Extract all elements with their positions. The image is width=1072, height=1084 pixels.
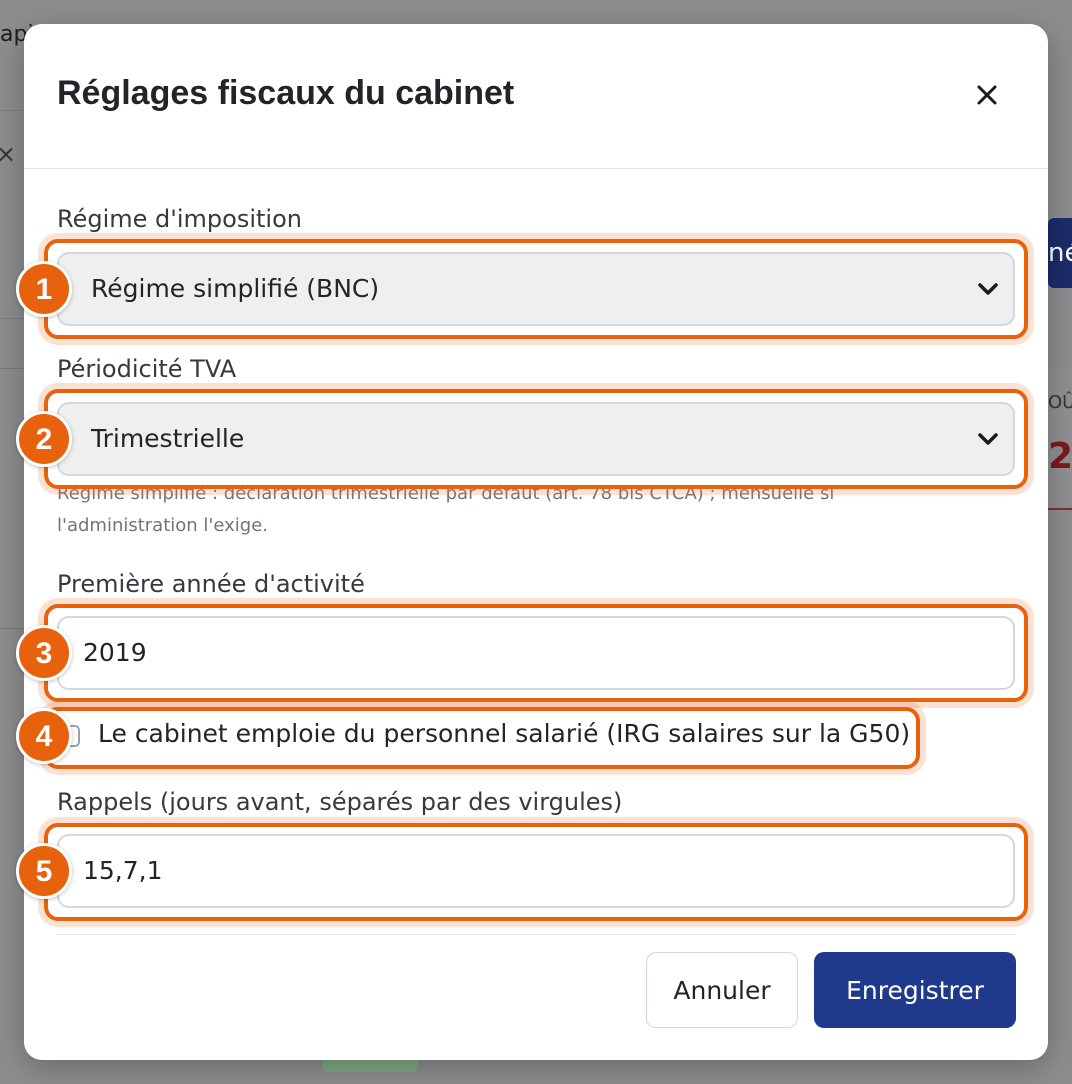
reminders-label: Rappels (jours avant, séparés par des vi… [57, 788, 623, 816]
annotation-badge: 1 [16, 261, 72, 317]
tva-select[interactable]: Trimestrielle [57, 402, 1015, 476]
modal-header: Réglages fiscaux du cabinet [24, 24, 1048, 169]
background-card-value: 2( [1048, 436, 1072, 477]
regime-select[interactable]: Régime simplifié (BNC) [57, 252, 1015, 326]
tva-help-line: Régime simplifié : déclaration trimestri… [57, 483, 835, 504]
fiscal-settings-modal: Réglages fiscaux du cabinet Régime d'imp… [24, 24, 1048, 1060]
first-year-label: Première année d'activité [57, 570, 365, 598]
annotation-badge: 3 [16, 625, 72, 681]
close-icon [977, 85, 997, 105]
regime-select-value: Régime simplifié (BNC) [91, 274, 380, 303]
regime-label: Régime d'imposition [57, 205, 302, 233]
reminders-value: 15,7,1 [83, 856, 163, 885]
annotation-badge: 2 [16, 411, 72, 467]
background-close-icon: × [0, 140, 17, 168]
tva-select-value: Trimestrielle [91, 424, 245, 453]
chevron-down-icon [978, 283, 998, 295]
reminders-input[interactable]: 15,7,1 [57, 834, 1015, 908]
annotation-badge: 5 [16, 843, 72, 899]
employees-checkbox-label[interactable]: Le cabinet emploie du personnel salarié … [98, 719, 910, 748]
annotation-badge: 4 [16, 708, 72, 764]
background-divider [0, 628, 24, 629]
save-button[interactable]: Enregistrer [814, 952, 1016, 1028]
background-card-label: OÛT [1048, 392, 1072, 413]
tva-help-line: l'administration l'exige. [57, 515, 268, 536]
modal-title: Réglages fiscaux du cabinet [57, 74, 515, 112]
background-card-fragment: OÛT 2( [1048, 368, 1072, 510]
background-button-fragment: né [1048, 218, 1072, 288]
background-divider [0, 318, 24, 319]
tva-help-text: Régime simplifié : déclaration trimestri… [57, 478, 957, 542]
background-divider [0, 110, 24, 111]
cancel-button[interactable]: Annuler [646, 952, 798, 1028]
first-year-input[interactable]: 2019 [57, 616, 1015, 690]
chevron-down-icon [978, 433, 998, 445]
tva-label: Périodicité TVA [57, 355, 237, 383]
background-divider [0, 368, 24, 369]
close-button[interactable] [964, 72, 1010, 118]
footer-divider [57, 934, 1015, 935]
first-year-value: 2019 [83, 638, 147, 667]
